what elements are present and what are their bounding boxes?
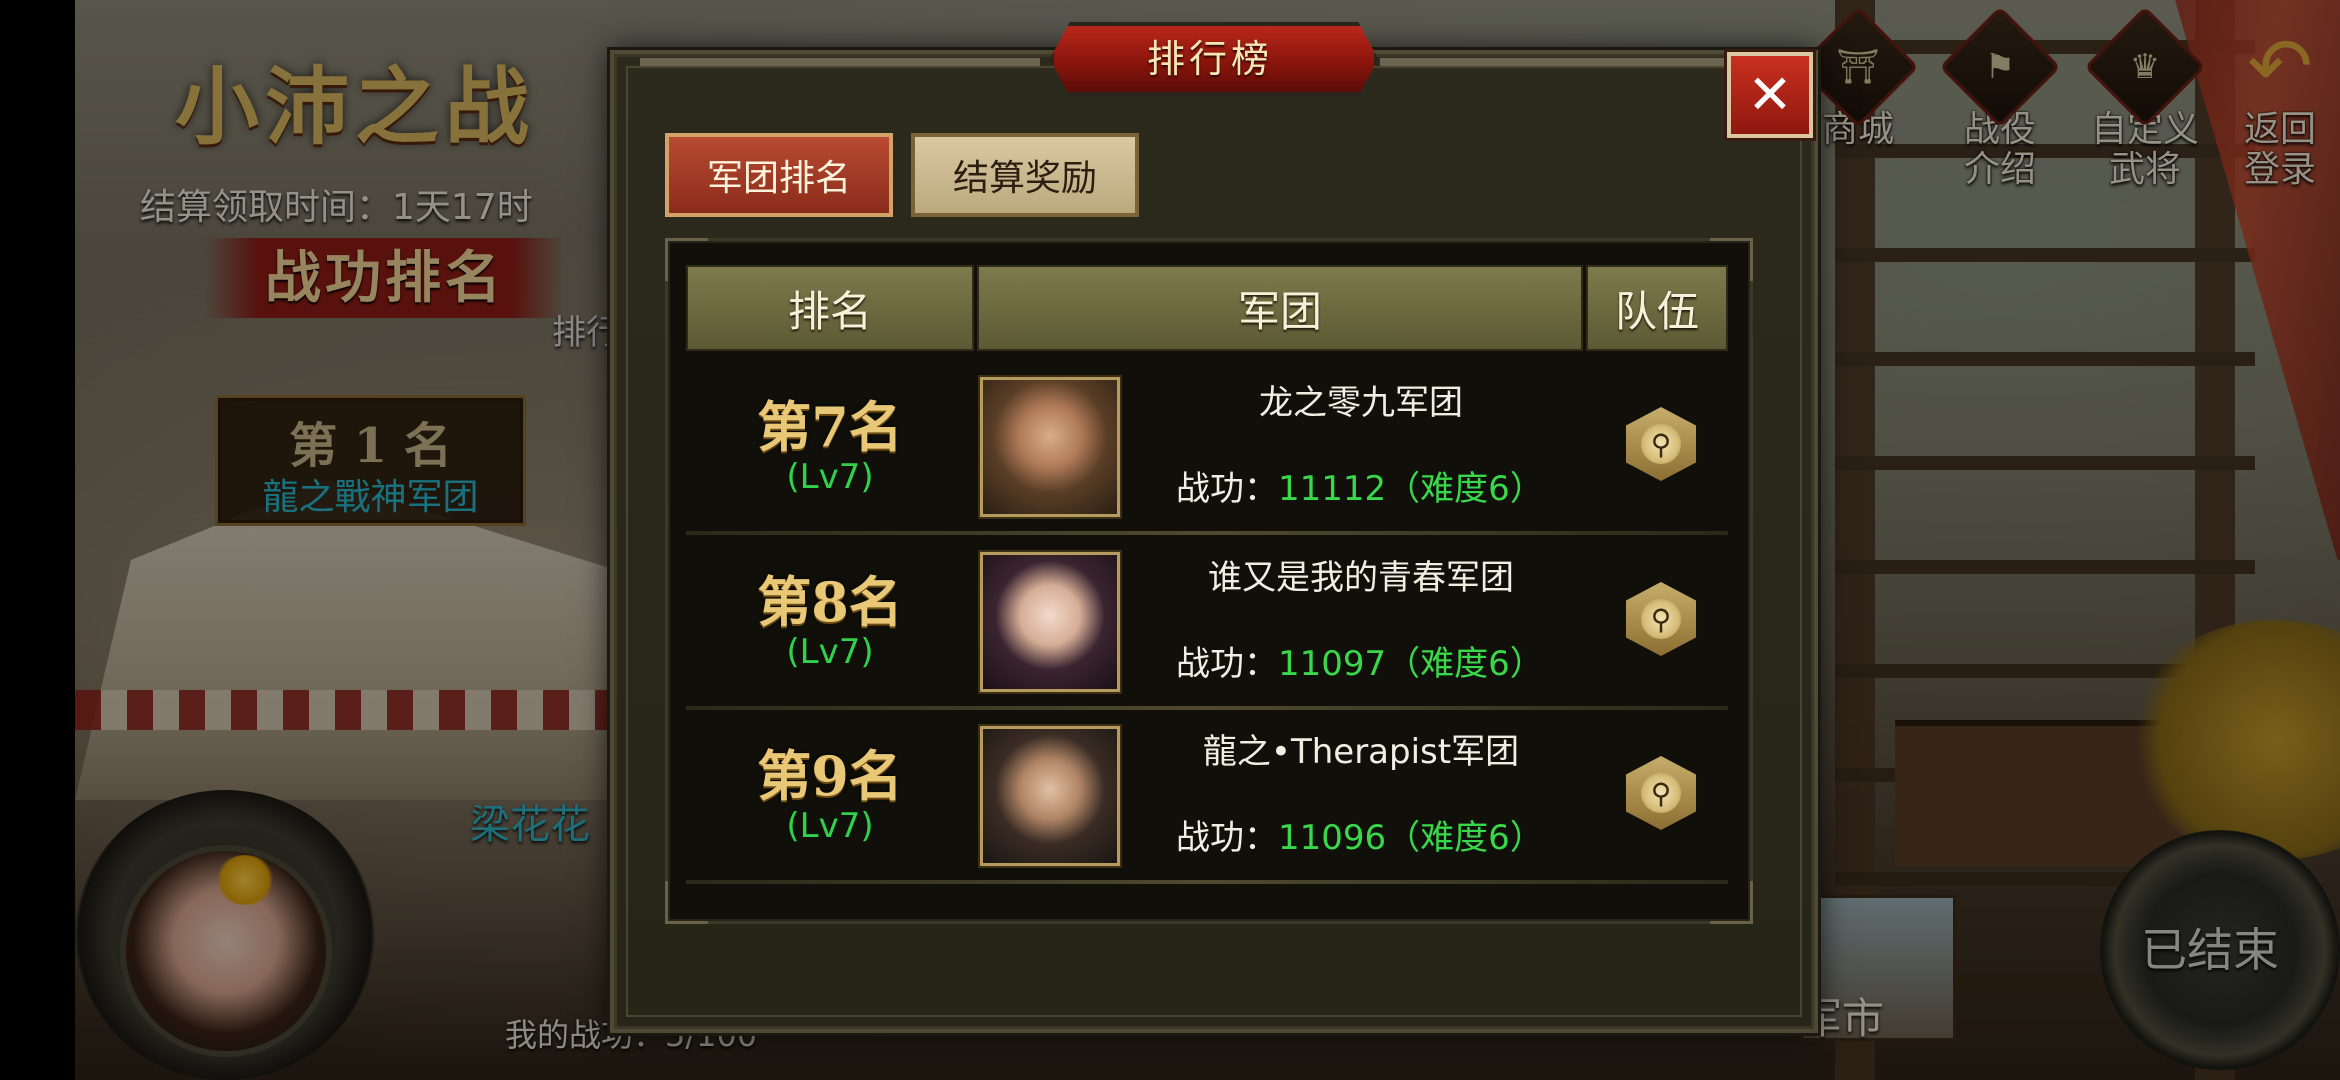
power-label: 战功： bbox=[1176, 818, 1278, 858]
table-row: 第9名 (Lv7) 龍之•Therapist军团 战功：11096（难度6） ⚲ bbox=[686, 714, 1728, 884]
panel-corner-ornament bbox=[665, 881, 708, 924]
power-value: 11096（难度6） bbox=[1278, 818, 1544, 858]
legion-name: 龍之•Therapist军团 bbox=[1202, 732, 1520, 772]
column-header-team: 队伍 bbox=[1586, 265, 1728, 351]
rank-level: (Lv7) bbox=[786, 806, 874, 846]
power-label: 战功： bbox=[1176, 644, 1278, 684]
view-team-button[interactable]: ⚲ bbox=[1626, 582, 1696, 656]
search-icon: ⚲ bbox=[1641, 773, 1681, 813]
legion-power: 战功：11096（难度6） bbox=[1176, 810, 1544, 859]
search-icon: ⚲ bbox=[1641, 599, 1681, 639]
power-value: 11112（难度6） bbox=[1278, 469, 1544, 509]
row-divider bbox=[686, 880, 1728, 884]
tab-legion-ranking[interactable]: 军团排名 bbox=[665, 133, 893, 217]
column-header-rank: 排名 bbox=[686, 265, 974, 351]
legion-power: 战功：11112（难度6） bbox=[1176, 461, 1544, 510]
close-button[interactable]: ✕ bbox=[1727, 52, 1813, 138]
legion-name: 谁又是我的青春军团 bbox=[1208, 558, 1514, 598]
search-icon: ⚲ bbox=[1641, 424, 1681, 464]
row-divider bbox=[686, 706, 1728, 710]
close-icon: ✕ bbox=[1747, 63, 1793, 126]
rank-number: 第7名 bbox=[757, 395, 903, 459]
table-row: 第7名 (Lv7) 龙之零九军团 战功：11112（难度6） ⚲ bbox=[686, 365, 1728, 535]
tab-settlement-reward[interactable]: 结算奖励 bbox=[911, 133, 1139, 217]
rank-level: (Lv7) bbox=[786, 457, 874, 497]
header-ornament-left bbox=[640, 58, 1040, 66]
legion-leader-portrait bbox=[980, 726, 1120, 866]
power-label: 战功： bbox=[1176, 469, 1278, 509]
rank-number: 第9名 bbox=[757, 744, 903, 808]
rank-number: 第8名 bbox=[757, 570, 903, 634]
table-row: 第8名 (Lv7) 谁又是我的青春军团 战功：11097（难度6） ⚲ bbox=[686, 540, 1728, 710]
legion-leader-portrait bbox=[980, 552, 1120, 692]
view-team-button[interactable]: ⚲ bbox=[1626, 756, 1696, 830]
legion-leader-portrait bbox=[980, 377, 1120, 517]
legion-power: 战功：11097（难度6） bbox=[1176, 636, 1544, 685]
column-header-legion: 军团 bbox=[977, 265, 1583, 351]
row-divider bbox=[686, 531, 1728, 535]
header-ornament-right bbox=[1380, 58, 1780, 66]
power-value: 11097（难度6） bbox=[1278, 644, 1544, 684]
rank-level: (Lv7) bbox=[786, 632, 874, 672]
panel-corner-ornament bbox=[1710, 881, 1753, 924]
legion-name: 龙之零九军团 bbox=[1259, 383, 1463, 423]
view-team-button[interactable]: ⚲ bbox=[1626, 407, 1696, 481]
dialog-title: 排行榜 bbox=[1146, 37, 1273, 81]
